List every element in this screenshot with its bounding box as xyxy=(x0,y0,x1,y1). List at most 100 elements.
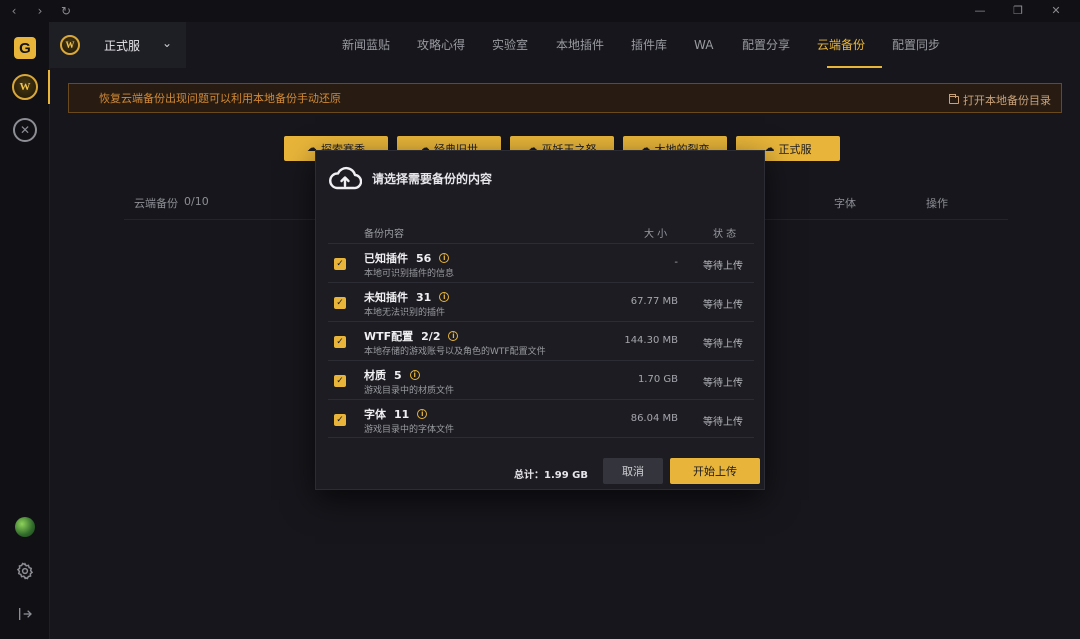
column-font: 字体 xyxy=(834,197,856,210)
tab-wa[interactable]: WA xyxy=(694,22,742,68)
rail-item-wow[interactable]: W xyxy=(11,73,39,101)
item-size: 1.70 GB xyxy=(637,374,678,385)
column-action: 操作 xyxy=(926,197,948,210)
info-icon[interactable]: i xyxy=(439,292,450,302)
backup-item-textures[interactable]: ✓ 材质 5 i 游戏目录中的材质文件 1.70 GB 等待上传 xyxy=(328,360,754,399)
backup-count: 0/10 xyxy=(184,195,209,208)
refresh-icon[interactable]: ↻ xyxy=(60,5,72,17)
app-window: ‹ › ↻ — ❐ ✕ G W ✕ W 正式服 ⌄ 新闻蓝贴 攻略心得 实验室 … xyxy=(0,0,1080,639)
tab-cloud-backup[interactable]: 云端备份 xyxy=(817,22,892,68)
tab-local-addons[interactable]: 本地插件 xyxy=(556,22,631,68)
checkbox-known-addons[interactable]: ✓ xyxy=(334,258,346,270)
gear-icon xyxy=(16,562,34,580)
item-name: 已知插件 56 i xyxy=(364,250,450,266)
wow-server-icon: W xyxy=(60,35,80,55)
dialog-title: 请选择需要备份的内容 xyxy=(372,171,493,186)
item-size: 86.04 MB xyxy=(630,413,678,424)
left-rail: G W ✕ xyxy=(0,22,50,639)
item-title: 已知插件 xyxy=(364,252,408,265)
folder-icon xyxy=(949,94,959,104)
restore-icon[interactable]: ❐ xyxy=(1012,5,1024,17)
title-bar: ‹ › ↻ — ❐ ✕ xyxy=(0,0,1080,22)
start-upload-button[interactable]: 开始上传 xyxy=(670,458,760,484)
logout-icon xyxy=(19,608,32,620)
forward-icon[interactable]: › xyxy=(34,5,46,17)
item-status: 等待上传 xyxy=(703,300,743,311)
rail-active-indicator xyxy=(48,70,50,104)
backup-item-unknown-addons[interactable]: ✓ 未知插件 31 i 本地无法识别的插件 67.77 MB 等待上传 xyxy=(328,282,754,321)
tab-lab[interactable]: 实验室 xyxy=(492,22,556,68)
tab-config-share[interactable]: 配置分享 xyxy=(742,22,817,68)
checkbox-fonts[interactable]: ✓ xyxy=(334,414,346,426)
top-nav: 新闻蓝贴 攻略心得 实验室 本地插件 插件库 WA 配置分享 云端备份 配置同步 xyxy=(342,22,967,68)
checkbox-wtf-config[interactable]: ✓ xyxy=(334,336,346,348)
rail-item-avatar[interactable] xyxy=(11,513,39,541)
item-description: 游戏目录中的字体文件 xyxy=(364,425,455,435)
chevron-down-icon: ⌄ xyxy=(161,36,172,50)
backup-item-known-addons[interactable]: ✓ 已知插件 56 i 本地可识别插件的信息 - 等待上传 xyxy=(328,243,754,282)
rail-item-settings[interactable] xyxy=(11,557,39,585)
item-size: - xyxy=(674,257,678,268)
backup-item-fonts[interactable]: ✓ 字体 11 i 游戏目录中的字体文件 86.04 MB 等待上传 xyxy=(328,399,754,438)
item-count: 2/2 xyxy=(421,329,441,343)
dialog-header: 请选择需要备份的内容 xyxy=(328,165,492,191)
rail-item-starcraft[interactable]: ✕ xyxy=(11,116,39,144)
item-size: 67.77 MB xyxy=(630,296,678,307)
cancel-button[interactable]: 取消 xyxy=(603,458,663,484)
item-description: 本地可识别插件的信息 xyxy=(364,269,455,279)
info-icon[interactable]: i xyxy=(439,253,450,263)
info-icon[interactable]: i xyxy=(417,409,428,419)
header-size: 大 小 xyxy=(644,229,668,240)
server-select[interactable]: W 正式服 ⌄ xyxy=(50,22,186,68)
item-status: 等待上传 xyxy=(703,378,743,389)
tab-news[interactable]: 新闻蓝贴 xyxy=(342,22,417,68)
button-label: 正式服 xyxy=(778,142,812,156)
close-icon[interactable]: ✕ xyxy=(1050,5,1062,17)
item-description: 本地无法识别的插件 xyxy=(364,308,446,318)
info-icon[interactable]: i xyxy=(409,370,420,380)
item-count: 56 xyxy=(416,251,432,265)
minimize-icon[interactable]: — xyxy=(974,5,986,17)
open-local-backup-link[interactable]: 打开本地备份目录 xyxy=(949,92,1051,108)
item-count: 31 xyxy=(416,290,432,304)
rail-item-logout[interactable] xyxy=(11,600,39,628)
item-title: 字体 xyxy=(364,408,386,421)
backup-table-title: 云端备份 xyxy=(134,197,178,210)
checkbox-unknown-addons[interactable]: ✓ xyxy=(334,297,346,309)
notice-text: 恢复云端备份出现问题可以利用本地备份手动还原 xyxy=(99,92,341,105)
item-status: 等待上传 xyxy=(703,417,743,428)
open-local-backup-label: 打开本地备份目录 xyxy=(963,94,1051,107)
item-title: WTF配置 xyxy=(364,330,414,343)
item-name: 未知插件 31 i xyxy=(364,289,450,305)
total-size: 总计：1.99 GB xyxy=(514,470,588,481)
item-status: 等待上传 xyxy=(703,339,743,350)
item-count: 11 xyxy=(394,407,410,421)
item-status: 等待上传 xyxy=(703,261,743,272)
tab-addon-library[interactable]: 插件库 xyxy=(631,22,694,68)
backup-item-wtf-config[interactable]: ✓ WTF配置 2/2 i 本地存储的游戏账号以及角色的WTF配置文件 144.… xyxy=(328,321,754,360)
item-description: 游戏目录中的材质文件 xyxy=(364,386,455,396)
backup-content-dialog: 请选择需要备份的内容 备份内容 大 小 状 态 ✓ 已知插件 56 i 本地可识… xyxy=(315,150,765,490)
item-title: 未知插件 xyxy=(364,291,408,304)
info-icon[interactable]: i xyxy=(448,331,459,341)
logo-icon: G xyxy=(14,37,36,59)
wow-game-icon: W xyxy=(12,74,38,100)
item-name: 材质 5 i xyxy=(364,367,420,383)
back-icon[interactable]: ‹ xyxy=(8,5,20,17)
cloud-upload-icon: ☁ xyxy=(764,143,775,154)
tab-guides[interactable]: 攻略心得 xyxy=(417,22,492,68)
checkbox-textures[interactable]: ✓ xyxy=(334,375,346,387)
item-title: 材质 xyxy=(364,369,386,382)
cloud-upload-icon xyxy=(329,166,362,190)
header-status: 状 态 xyxy=(713,229,737,240)
avatar xyxy=(15,517,35,537)
item-name: WTF配置 2/2 i xyxy=(364,328,459,344)
item-count: 5 xyxy=(394,368,402,382)
item-name: 字体 11 i xyxy=(364,406,428,422)
tab-config-sync[interactable]: 配置同步 xyxy=(892,22,967,68)
notice-banner: 恢复云端备份出现问题可以利用本地备份手动还原 打开本地备份目录 xyxy=(68,83,1062,113)
header-content: 备份内容 xyxy=(364,229,404,240)
starcraft-game-icon: ✕ xyxy=(13,118,37,142)
item-description: 本地存储的游戏账号以及角色的WTF配置文件 xyxy=(364,347,546,357)
app-logo: G xyxy=(11,34,39,62)
